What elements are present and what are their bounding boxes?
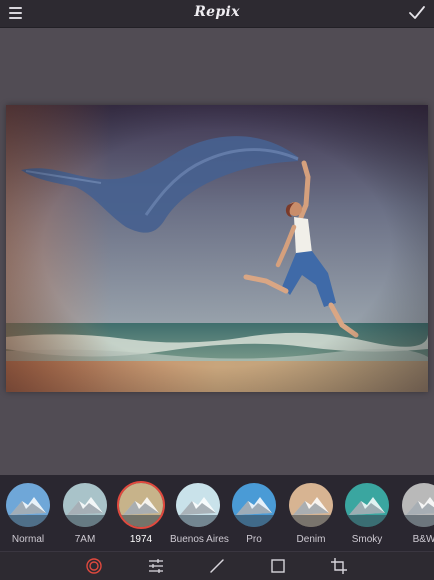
filter-strip: Normal 7AM 1974 Buenos Aires Pro Denim Smoky B&… bbox=[0, 475, 434, 551]
filter-item[interactable]: Smoky bbox=[339, 481, 395, 545]
filter-thumbnail bbox=[174, 481, 222, 529]
frame-icon[interactable] bbox=[269, 557, 287, 575]
filter-thumbnail bbox=[230, 481, 278, 529]
adjust-icon[interactable] bbox=[147, 557, 165, 575]
filter-item[interactable]: Buenos Aires bbox=[170, 481, 229, 545]
top-bar: Repix bbox=[0, 0, 434, 28]
filter-item[interactable]: Normal bbox=[0, 481, 56, 545]
app-title: Repix bbox=[194, 4, 240, 20]
photo[interactable] bbox=[6, 105, 428, 392]
filter-thumbnail bbox=[61, 481, 109, 529]
filter-item[interactable]: 7AM bbox=[57, 481, 113, 545]
filter-thumbnail bbox=[400, 481, 434, 529]
filter-item[interactable]: Pro bbox=[226, 481, 282, 545]
filter-label: Denim bbox=[296, 534, 326, 545]
filter-label: 7AM bbox=[74, 534, 96, 545]
filter-label: 1974 bbox=[129, 534, 153, 545]
filter-label: Smoky bbox=[351, 534, 383, 545]
filter-thumbnail bbox=[4, 481, 52, 529]
filter-thumbnail bbox=[343, 481, 391, 529]
filter-label: Pro bbox=[246, 534, 262, 545]
filter-thumbnail bbox=[117, 481, 165, 529]
checkmark-icon[interactable] bbox=[408, 5, 426, 21]
brush-icon[interactable] bbox=[208, 557, 226, 575]
bottom-toolbar bbox=[0, 551, 434, 580]
filter-label: B&W bbox=[412, 534, 434, 545]
filter-label: Buenos Aires bbox=[170, 534, 229, 545]
editor-canvas bbox=[0, 28, 434, 475]
filter-item[interactable]: Denim bbox=[283, 481, 339, 545]
filter-item[interactable]: B&W bbox=[396, 481, 434, 545]
filter-thumbnail bbox=[287, 481, 335, 529]
filters-icon[interactable] bbox=[85, 557, 103, 575]
filter-label: Normal bbox=[11, 534, 45, 545]
crop-icon[interactable] bbox=[330, 557, 348, 575]
filter-item[interactable]: 1974 bbox=[113, 481, 169, 545]
